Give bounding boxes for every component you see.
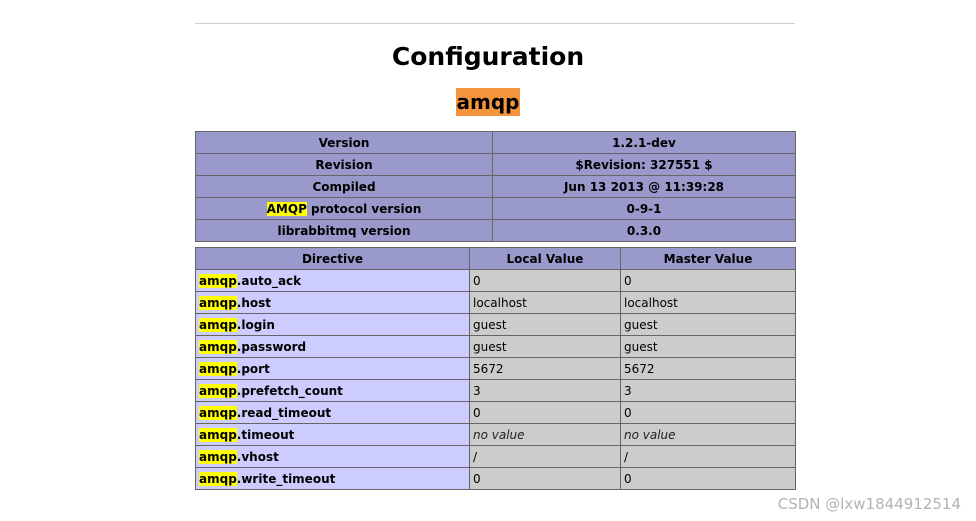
local-value: guest [469,335,621,358]
info-label: Revision [195,153,493,176]
directive-name: amqp.port [195,357,470,380]
top-divider [195,23,795,24]
directive-name-rest: .vhost [236,449,279,464]
local-value: guest [469,313,621,336]
directive-name-rest: .prefetch_count [236,383,343,398]
info-row-version: Version 1.2.1-dev [195,131,796,154]
info-value: 0-9-1 [492,197,796,220]
info-label: librabbitmq version [195,219,493,242]
directive-name-rest: .auto_ack [236,273,302,288]
master-value: no value [620,423,796,446]
table-row: amqp.timeout no value no value [195,423,796,446]
search-highlight: amqp [199,273,237,288]
directive-name-rest: .port [236,361,270,376]
directive-name: amqp.login [195,313,470,336]
search-highlight: amqp [199,361,237,376]
search-highlight: amqp [199,449,237,464]
no-value-text: no value [473,427,525,442]
directive-name-rest: .read_timeout [236,405,332,420]
info-label: Version [195,131,493,154]
table-row: amqp.password guest guest [195,335,796,358]
table-row: amqp.auto_ack 0 0 [195,269,796,292]
no-value-text: no value [624,427,676,442]
table-row: amqp.port 5672 5672 [195,357,796,380]
master-value: / [620,445,796,468]
module-name-heading: amqp [455,88,521,116]
column-header-directive: Directive [195,247,470,270]
table-row: amqp.vhost / / [195,445,796,468]
info-value: 1.2.1-dev [492,131,796,154]
local-value: 5672 [469,357,621,380]
search-highlight: amqp [199,339,237,354]
directive-name: amqp.write_timeout [195,467,470,490]
directive-name: amqp.auto_ack [195,269,470,292]
info-row-protocol-version: AMQP protocol version 0-9-1 [195,197,796,220]
module-info-table: Version 1.2.1-dev Revision $Revision: 32… [195,131,796,242]
master-value: guest [620,335,796,358]
table-row: amqp.host localhost localhost [195,291,796,314]
info-value: Jun 13 2013 @ 11:39:28 [492,175,796,198]
info-row-revision: Revision $Revision: 327551 $ [195,153,796,176]
master-value: 0 [620,401,796,424]
info-label-rest: protocol version [306,201,422,216]
master-value: 0 [620,269,796,292]
local-value: 0 [469,401,621,424]
master-value: 0 [620,467,796,490]
local-value: no value [469,423,621,446]
master-value: 5672 [620,357,796,380]
directive-name-rest: .login [236,317,275,332]
directive-name: amqp.vhost [195,445,470,468]
directives-body: amqp.auto_ack 0 0 amqp.host localhost localho… [195,269,796,490]
directive-name-rest: .host [236,295,272,310]
info-label: Compiled [195,175,493,198]
table-row: amqp.login guest guest [195,313,796,336]
search-highlight: amqp [199,427,237,442]
local-value: 0 [469,467,621,490]
search-highlight: amqp [199,295,237,310]
table-row: amqp.write_timeout 0 0 [195,467,796,490]
directive-name-rest: .password [236,339,307,354]
info-label: AMQP protocol version [195,197,493,220]
info-row-librabbitmq-version: librabbitmq version 0.3.0 [195,219,796,242]
local-value: localhost [469,291,621,314]
directives-table: Directive Local Value Master Value amqp.… [195,247,796,490]
info-row-compiled: Compiled Jun 13 2013 @ 11:39:28 [195,175,796,198]
master-value: localhost [620,291,796,314]
column-header-master-value: Master Value [620,247,796,270]
directive-name: amqp.password [195,335,470,358]
directive-name: amqp.prefetch_count [195,379,470,402]
directive-name-rest: .timeout [236,427,295,442]
search-highlight: amqp [199,405,237,420]
watermark: CSDN @lxw1844912514 [777,495,961,513]
search-highlight: AMQP [266,201,307,216]
master-value: guest [620,313,796,336]
directives-header-row: Directive Local Value Master Value [195,247,796,270]
search-highlight: amqp [199,471,237,486]
table-row: amqp.read_timeout 0 0 [195,401,796,424]
directive-name: amqp.host [195,291,470,314]
master-value: 3 [620,379,796,402]
table-row: amqp.prefetch_count 3 3 [195,379,796,402]
search-highlight: amqp [199,317,237,332]
local-value: 0 [469,269,621,292]
local-value: 3 [469,379,621,402]
local-value: / [469,445,621,468]
info-value: $Revision: 327551 $ [492,153,796,176]
search-highlight: amqp [199,383,237,398]
page-title: Configuration [391,42,585,71]
directive-name: amqp.read_timeout [195,401,470,424]
directive-name: amqp.timeout [195,423,470,446]
directive-name-rest: .write_timeout [236,471,336,486]
info-value: 0.3.0 [492,219,796,242]
column-header-local-value: Local Value [469,247,621,270]
